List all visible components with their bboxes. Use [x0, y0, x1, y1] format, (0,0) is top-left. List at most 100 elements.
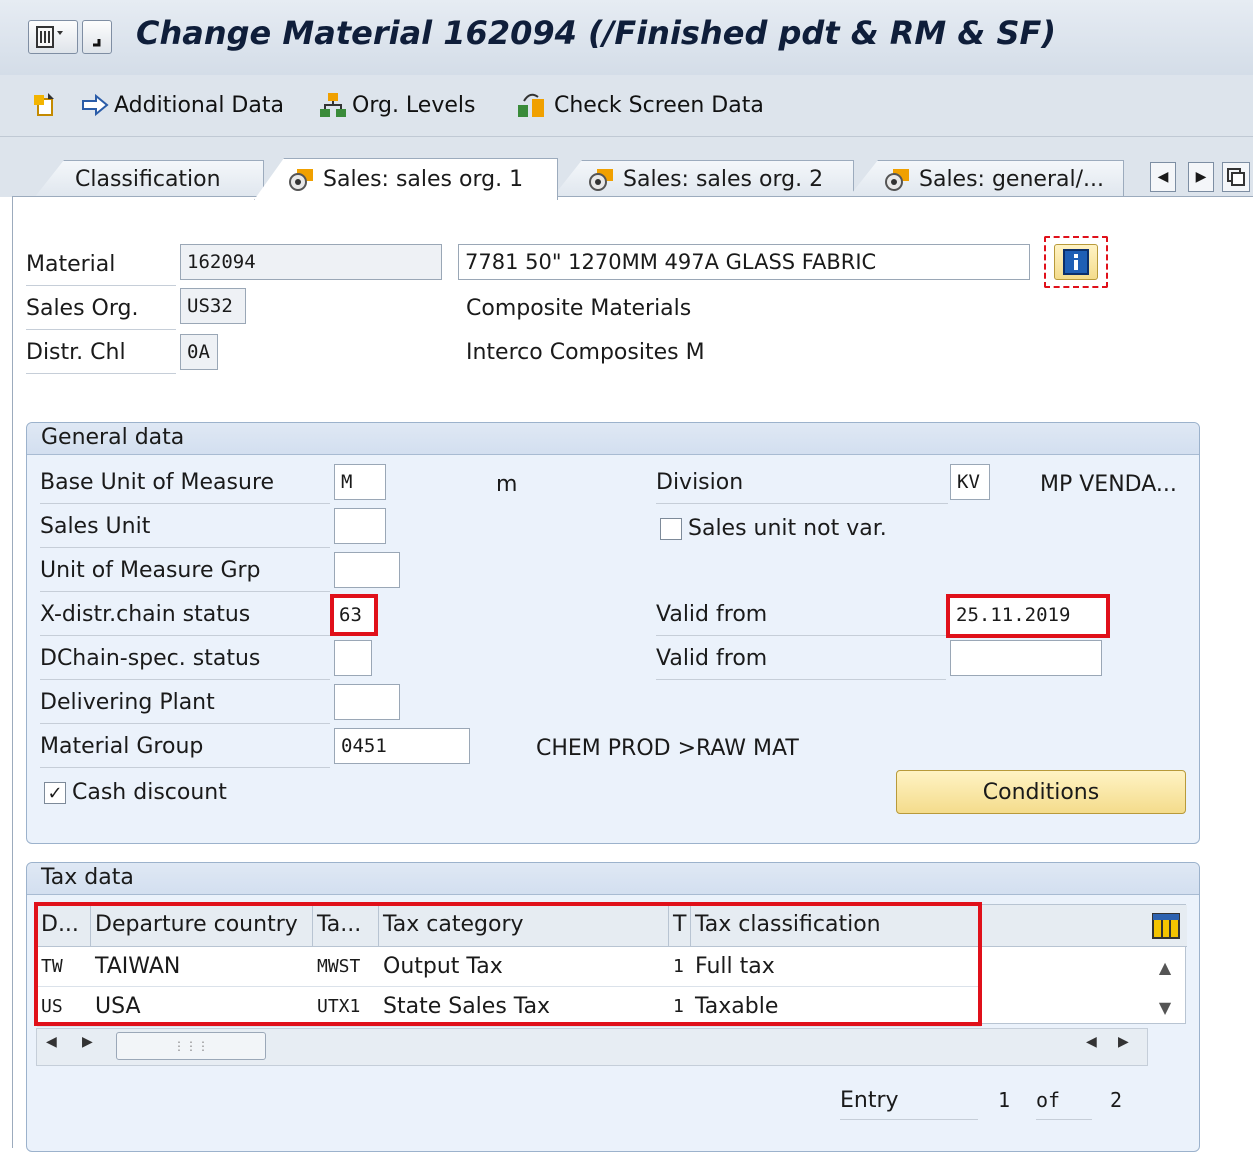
valid-from-2-field[interactable] [950, 640, 1102, 676]
table-cell[interactable]: MWST [313, 947, 379, 987]
table-cell[interactable]: US [37, 987, 91, 1027]
cash-discount-checkbox[interactable]: ✓ [44, 782, 66, 804]
table-cell[interactable]: USA [91, 987, 313, 1027]
table-cell[interactable]: Output Tax [379, 947, 669, 987]
material-label: Material [26, 250, 176, 286]
table-cell[interactable]: UTX1 [313, 987, 379, 1027]
menu-button[interactable] [28, 20, 78, 54]
entry-label: Entry [840, 1088, 978, 1120]
sales-org-label: Sales Org. [26, 294, 176, 330]
scroll-left-end-button[interactable]: ◀ [1086, 1034, 1108, 1058]
col-header-departure-country[interactable]: Departure country [91, 905, 313, 947]
org-levels-button[interactable]: Org. Levels [318, 88, 475, 122]
scroll-up-button[interactable]: ▲ [1150, 958, 1180, 984]
table-cell[interactable]: Taxable [691, 987, 981, 1027]
cash-discount-label: Cash discount [72, 780, 227, 805]
sales-unit-not-var-label: Sales unit not var. [688, 516, 887, 541]
additional-data-button[interactable]: Additional Data [80, 88, 284, 122]
valid-from-field[interactable]: 25.11.2019 [946, 594, 1110, 638]
sales-unit-not-var-checkbox[interactable] [660, 518, 682, 540]
table-settings-button[interactable] [1150, 910, 1184, 944]
conditions-button[interactable]: Conditions [896, 770, 1186, 814]
delivering-plant-field[interactable] [334, 684, 400, 720]
window-title: Change Material 162094 (/Finished pdt & … [136, 14, 1056, 52]
sales-unit-field[interactable] [334, 508, 386, 544]
entry-current: 1 [998, 1088, 1011, 1112]
table-cell[interactable]: TAIWAN [91, 947, 313, 987]
info-icon [1063, 249, 1089, 275]
division-field[interactable]: KV [950, 464, 990, 500]
sales-org-description: Composite Materials [466, 296, 692, 321]
xdistr-status-label: X-distr.chain status [40, 602, 330, 636]
distr-chl-field[interactable]: 0A [180, 334, 218, 370]
col-header-ta[interactable]: Ta... [313, 905, 379, 947]
dchain-status-label: DChain-spec. status [40, 646, 330, 680]
tab-scroll-left-button[interactable]: ◀ [1150, 162, 1176, 192]
check-screen-data-button[interactable]: Check Screen Data [516, 88, 764, 122]
org-levels-icon [320, 93, 346, 117]
col-header-t[interactable]: T [669, 905, 691, 947]
sales-view-icon [289, 168, 313, 191]
sales-unit-label: Sales Unit [40, 514, 330, 548]
conditions-button-label: Conditions [982, 779, 1100, 805]
scroll-down-button[interactable]: ▼ [1150, 998, 1180, 1024]
table-cell[interactable]: TW [37, 947, 91, 987]
material-group-label: Material Group [40, 734, 330, 768]
tab-sales-general[interactable]: Sales: general/... [848, 160, 1124, 198]
window-menu-button[interactable] [82, 20, 112, 54]
tab-sales-org-2[interactable]: Sales: sales org. 2 [552, 160, 854, 198]
scrollbar-thumb[interactable]: ⋮⋮⋮ [116, 1032, 266, 1060]
division-label: Division [656, 470, 948, 504]
tax-table: D... Departure country Ta... Tax categor… [36, 904, 1187, 1027]
entry-total: 2 [1110, 1088, 1123, 1112]
tab-sales-general-label: Sales: general/... [919, 167, 1104, 192]
material-field[interactable]: 162094 [180, 244, 442, 280]
table-cell[interactable]: 1 [669, 947, 691, 987]
base-uom-label: Base Unit of Measure [40, 470, 330, 504]
col-header-tax-classification[interactable]: Tax classification [691, 905, 981, 947]
valid-from-label: Valid from [656, 602, 946, 636]
uom-group-field[interactable] [334, 552, 400, 588]
tab-list-button[interactable] [1222, 162, 1250, 192]
info-button[interactable] [1044, 236, 1108, 288]
material-description-field[interactable]: 7781 50" 1270MM 497A GLASS FABRIC [458, 244, 1030, 280]
base-uom-text: m [496, 472, 518, 497]
sales-org-field[interactable]: US32 [180, 288, 246, 324]
valid-from-2-label: Valid from [656, 646, 946, 680]
sales-view-icon [589, 168, 613, 191]
scroll-right-button[interactable]: ▶ [82, 1034, 104, 1058]
tab-scroll-right-button[interactable]: ▶ [1188, 162, 1214, 192]
material-group-field[interactable]: 0451 [334, 728, 470, 764]
col-header-tax-category[interactable]: Tax category [379, 905, 669, 947]
tab-list-icon [1227, 168, 1245, 186]
scroll-right-end-button[interactable]: ▶ [1118, 1034, 1140, 1058]
display-change-button[interactable] [32, 88, 60, 122]
distr-chl-label: Distr. Chl [26, 338, 176, 374]
division-text: MP VENDA... [1040, 472, 1177, 497]
org-levels-label: Org. Levels [352, 92, 476, 118]
tab-sales-org-1[interactable]: Sales: sales org. 1 [254, 158, 558, 200]
tax-data-title: Tax data [27, 863, 1199, 895]
col-header-d[interactable]: D... [37, 905, 91, 947]
base-uom-field[interactable]: M [334, 464, 386, 500]
check-screen-data-icon [518, 93, 544, 117]
xdistr-status-field[interactable]: 63 [330, 594, 378, 636]
scroll-left-button[interactable]: ◀ [46, 1034, 68, 1058]
check-screen-data-label: Check Screen Data [554, 92, 764, 118]
display-change-icon [34, 93, 54, 116]
table-cell[interactable]: Full tax [691, 947, 981, 987]
material-group-text: CHEM PROD >RAW MAT [536, 736, 799, 761]
distr-chl-description: Interco Composites M [466, 340, 705, 365]
tab-classification-label: Classification [75, 167, 221, 192]
uom-group-label: Unit of Measure Grp [40, 558, 330, 592]
sales-view-icon [885, 168, 909, 191]
tab-classification[interactable]: Classification [34, 160, 264, 198]
tab-sales-org-1-label: Sales: sales org. 1 [323, 167, 524, 192]
corner-down-icon [93, 39, 101, 47]
table-cell[interactable]: State Sales Tax [379, 987, 669, 1027]
delivering-plant-label: Delivering Plant [40, 690, 330, 724]
additional-data-label: Additional Data [114, 92, 284, 118]
entry-of: of [1036, 1088, 1092, 1120]
table-cell[interactable]: 1 [669, 987, 691, 1027]
dchain-status-field[interactable] [334, 640, 372, 676]
